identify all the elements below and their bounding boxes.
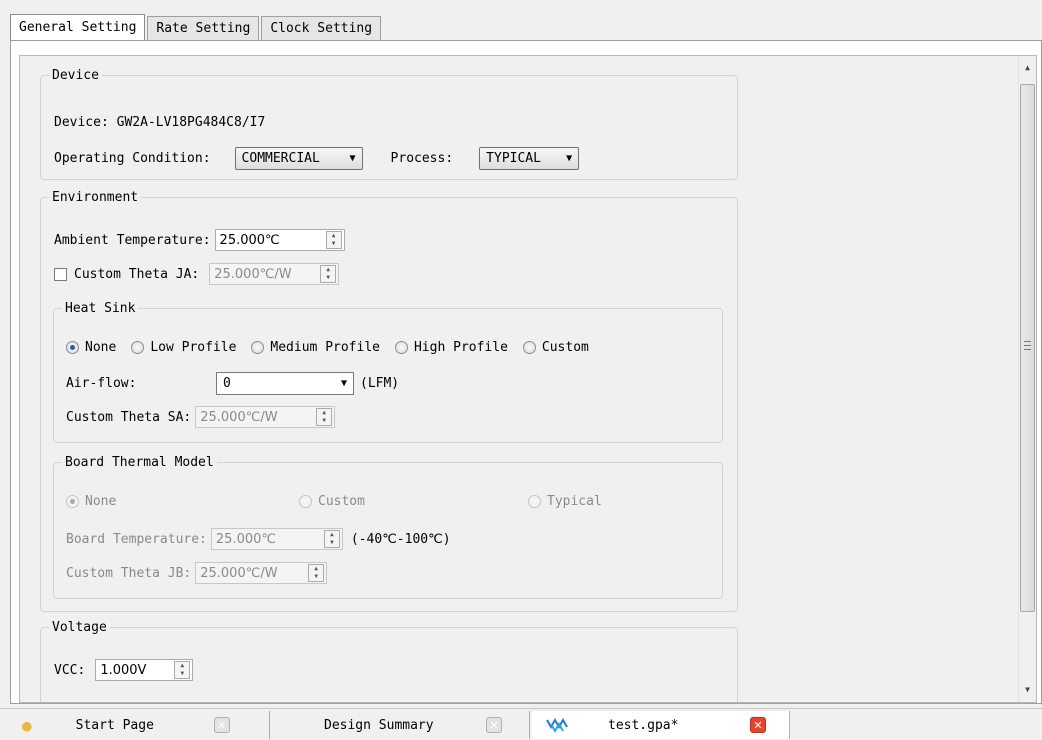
radio-icon — [299, 495, 312, 508]
vcc-value: 1.000V — [100, 662, 147, 678]
close-icon[interactable]: ✕ — [486, 717, 502, 733]
board-temperature-spinbox[interactable]: 25.000℃ ▲ ▼ — [210, 528, 343, 550]
doc-tab-label: Start Page — [75, 717, 154, 733]
ambient-temperature-spinbox[interactable]: 25.000℃ ▲ ▼ — [214, 229, 345, 251]
tab-content-panel: Device Device: GW2A-LV18PG484C8/I7 Opera… — [10, 40, 1042, 704]
vcc-spinbox[interactable]: 1.000V ▲ ▼ — [95, 659, 194, 681]
spin-arrows-icon[interactable]: ▲ ▼ — [325, 231, 342, 249]
chevron-down-icon: ▼ — [566, 153, 573, 164]
voltage-legend: Voltage — [52, 620, 107, 635]
doc-tab-label: Design Summary — [324, 717, 434, 733]
chevron-down-icon: ▼ — [349, 153, 356, 164]
heat-sink-option-label: Medium Profile — [270, 340, 380, 355]
custom-theta-jb-value: 25.000℃/W — [200, 565, 278, 581]
ambient-temperature-label: Ambient Temperature: — [54, 232, 211, 248]
board-thermal-legend: Board Thermal Model — [65, 455, 214, 470]
lightbulb-icon: ● — [22, 715, 32, 735]
scroll-up-icon[interactable]: ▲ — [1019, 58, 1036, 76]
board-temperature-label: Board Temperature: — [66, 531, 207, 547]
spin-arrows-icon[interactable]: ▲ ▼ — [316, 408, 333, 426]
heat-sink-option-medium-profile[interactable]: Medium Profile — [251, 340, 380, 355]
environment-group: Environment Ambient Temperature: 25.000℃… — [40, 190, 738, 612]
settings-scroll-area: Device Device: GW2A-LV18PG484C8/I7 Opera… — [19, 55, 1037, 703]
heat-sink-option-none[interactable]: None — [66, 340, 116, 355]
tab-general-setting[interactable]: General Setting — [10, 14, 146, 40]
heat-sink-option-high-profile[interactable]: High Profile — [394, 340, 508, 355]
spin-arrows-icon[interactable]: ▲ ▼ — [323, 530, 340, 548]
device-group: Device Device: GW2A-LV18PG484C8/I7 Opera… — [40, 68, 738, 180]
close-icon[interactable]: ✕ — [213, 717, 230, 733]
airflow-label: Air-flow: — [66, 376, 137, 391]
operating-condition-value: COMMERCIAL — [241, 151, 320, 166]
board-thermal-group: Board Thermal Model None Custom Typical … — [53, 455, 723, 599]
process-select[interactable]: TYPICAL ▼ — [479, 147, 580, 170]
custom-theta-jb-spinbox[interactable]: 25.000℃/W ▲ ▼ — [195, 562, 328, 584]
chevron-down-icon: ▼ — [340, 378, 347, 389]
board-temperature-value: 25.000℃ — [215, 531, 276, 547]
board-thermal-option-custom[interactable]: Custom — [299, 494, 513, 509]
radio-selected-icon — [66, 495, 79, 508]
voltage-group: Voltage VCC: 1.000V ▲ ▼ — [40, 620, 738, 702]
radio-selected-icon — [66, 341, 79, 354]
heat-sink-option-label: Custom — [541, 340, 589, 355]
scrollbar-thumb[interactable] — [1020, 84, 1035, 612]
board-thermal-option-label: Custom — [318, 494, 365, 509]
tab-rate-setting[interactable]: Rate Setting — [147, 16, 260, 40]
custom-theta-ja-label: Custom Theta JA: — [74, 266, 200, 282]
environment-legend: Environment — [52, 190, 139, 205]
board-thermal-option-label: Typical — [547, 494, 602, 509]
device-name-text: Device: GW2A-LV18PG484C8/I7 — [54, 115, 266, 130]
document-tabbar: ● Start Page ✕ Design Summary ✕ test.gpa… — [0, 708, 1042, 740]
operating-condition-select[interactable]: COMMERCIAL ▼ — [234, 147, 363, 170]
airflow-unit: (LFM) — [360, 376, 400, 391]
board-thermal-option-none[interactable]: None — [66, 494, 284, 509]
close-icon[interactable]: ✕ — [750, 717, 766, 733]
custom-theta-ja-value: 25.000℃/W — [214, 266, 292, 282]
process-label: Process: — [390, 151, 454, 166]
custom-theta-ja-spinbox[interactable]: 25.000℃/W ▲ ▼ — [209, 263, 340, 285]
scroll-down-icon[interactable]: ▼ — [1019, 680, 1036, 698]
ambient-temperature-value: 25.000℃ — [219, 232, 280, 248]
radio-icon — [394, 341, 408, 354]
heat-sink-option-label: High Profile — [413, 340, 508, 355]
operating-condition-label: Operating Condition: — [54, 151, 211, 166]
custom-theta-sa-spinbox[interactable]: 25.000℃/W ▲ ▼ — [195, 406, 336, 428]
radio-icon — [522, 341, 536, 354]
heat-sink-option-label: Low Profile — [150, 340, 237, 355]
spin-arrows-icon[interactable]: ▲ ▼ — [320, 265, 337, 283]
board-thermal-option-typical[interactable]: Typical — [528, 494, 602, 509]
doc-tab-test-gpa[interactable]: test.gpa* ✕ — [532, 711, 790, 739]
heat-sink-legend: Heat Sink — [65, 301, 136, 316]
custom-theta-jb-label: Custom Theta JB: — [66, 565, 192, 581]
heat-sink-group: Heat Sink None Low Profile Medium Profil… — [53, 301, 723, 443]
airflow-value: 0 — [223, 376, 231, 391]
radio-icon — [251, 341, 265, 354]
doc-tab-start-page[interactable]: ● Start Page ✕ — [8, 711, 270, 739]
vcc-label: VCC: — [54, 662, 86, 678]
heat-sink-option-custom[interactable]: Custom — [522, 340, 589, 355]
board-temperature-range: (-40℃-100℃) — [350, 531, 451, 547]
spin-arrows-icon[interactable]: ▲ ▼ — [308, 564, 325, 582]
process-value: TYPICAL — [486, 151, 541, 166]
board-thermal-option-label: None — [85, 494, 117, 509]
gowin-logo-icon — [546, 717, 568, 733]
doc-tab-label: test.gpa* — [608, 717, 679, 733]
tab-clock-setting[interactable]: Clock Setting — [261, 16, 382, 40]
heat-sink-option-label: None — [85, 340, 117, 355]
doc-tab-design-summary[interactable]: Design Summary ✕ — [272, 711, 530, 739]
device-legend: Device — [52, 68, 99, 83]
settings-tabbar: General Setting Rate Setting Clock Setti… — [10, 14, 383, 41]
grip-icon — [1024, 341, 1031, 350]
spin-arrows-icon[interactable]: ▲ ▼ — [174, 661, 191, 679]
custom-theta-ja-checkbox[interactable] — [54, 267, 67, 281]
airflow-select[interactable]: 0 ▼ — [216, 372, 354, 395]
vertical-scrollbar[interactable]: ▲ ▼ — [1018, 56, 1036, 702]
radio-icon — [131, 341, 145, 354]
radio-icon — [528, 495, 541, 508]
custom-theta-sa-label: Custom Theta SA: — [66, 409, 192, 425]
heat-sink-option-low-profile[interactable]: Low Profile — [131, 340, 236, 355]
custom-theta-sa-value: 25.000℃/W — [200, 409, 278, 425]
